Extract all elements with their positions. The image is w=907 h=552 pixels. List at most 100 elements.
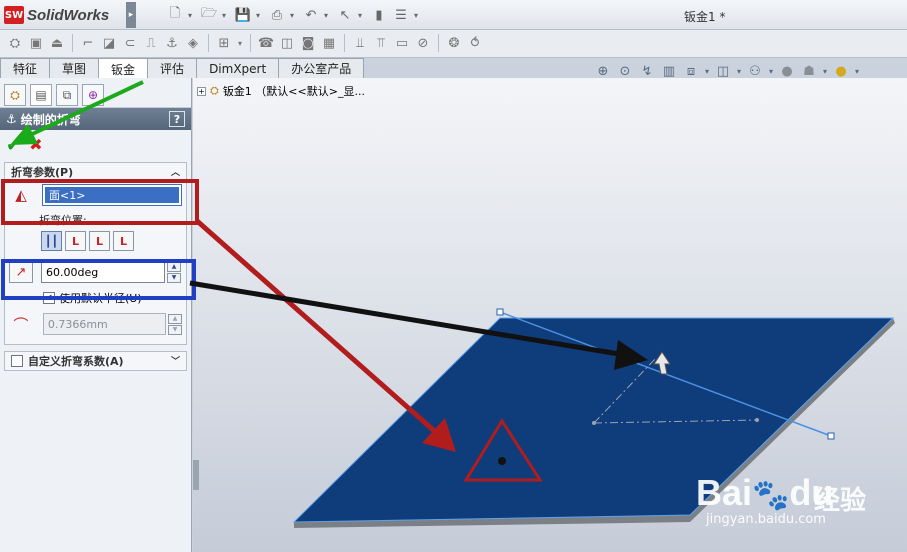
- part-name-label: 钣金1 （默认<<默认>_显...: [222, 85, 365, 98]
- chevron-down-icon[interactable]: ▾: [324, 11, 332, 20]
- vent-icon[interactable]: ▦: [320, 34, 338, 52]
- print-icon[interactable]: ⎙: [268, 6, 286, 24]
- extruded-cut-icon[interactable]: ◫: [278, 34, 296, 52]
- rebuild-icon[interactable]: ▮: [370, 6, 388, 24]
- toolbar-separator: [72, 34, 73, 52]
- material-outside-icon[interactable]: L: [89, 231, 110, 251]
- spin-down-icon[interactable]: ▼: [167, 272, 181, 283]
- chevron-down-icon[interactable]: ▾: [222, 11, 230, 20]
- miter-flange-icon[interactable]: ◪: [100, 34, 118, 52]
- save-icon[interactable]: 💾: [234, 6, 252, 24]
- ok-button[interactable]: ✔: [6, 135, 21, 156]
- tab-sketch[interactable]: 草图: [49, 58, 100, 78]
- open-folder-icon[interactable]: 🗁: [200, 6, 218, 24]
- base-flange-icon[interactable]: ⛭: [6, 34, 24, 52]
- app-name: SolidWorks: [27, 6, 110, 24]
- feature-manager-tab-icon[interactable]: ⛭: [4, 84, 26, 106]
- undo-icon[interactable]: ↶: [302, 6, 320, 24]
- part-icon: ⛭: [210, 84, 219, 97]
- ok-cancel-row: ✔ ✖: [0, 130, 191, 158]
- chevron-down-icon[interactable]: ▾: [236, 34, 244, 52]
- reverse-direction-icon[interactable]: ↗: [9, 261, 33, 283]
- toolbar-separator: [344, 34, 345, 52]
- panel-tabs: ⛭ ▤ ⧉ ⊕: [0, 78, 191, 108]
- use-default-radius-checkbox[interactable]: ✔: [43, 292, 55, 304]
- chevron-down-icon[interactable]: ▾: [290, 11, 298, 20]
- feature-title: 绘制的折弯: [20, 112, 81, 127]
- chevron-down-icon[interactable]: ▾: [414, 11, 422, 20]
- forming-tool-icon[interactable]: ☎: [257, 34, 275, 52]
- tab-features[interactable]: 特征: [0, 58, 51, 78]
- collapse-chevron-icon[interactable]: ︿: [171, 165, 180, 178]
- dimxpert-manager-tab-icon[interactable]: ⊕: [82, 84, 104, 106]
- baidu-watermark: Bai🐾du 经验 jingyan.baidu.com: [696, 458, 886, 534]
- property-manager-tab-icon[interactable]: ▤: [30, 84, 52, 106]
- watermark-brand: Bai🐾du: [696, 472, 834, 513]
- command-manager-tabs: 特征 草图 钣金 评估 DimXpert 办公室产品: [0, 58, 365, 79]
- options-icon[interactable]: ☰: [392, 6, 410, 24]
- bend-outside-icon[interactable]: L: [113, 231, 134, 251]
- bend-centerline-icon[interactable]: ┃┃: [41, 231, 62, 251]
- angle-spinner[interactable]: ▲ ▼: [167, 261, 181, 283]
- chevron-down-icon[interactable]: ▾: [256, 11, 264, 20]
- chevron-down-icon[interactable]: ▾: [358, 11, 366, 20]
- sw-logo-icon: SW: [4, 6, 24, 24]
- new-document-icon[interactable]: 🗋: [166, 6, 184, 24]
- insert-bends-icon[interactable]: ⥀: [466, 34, 484, 52]
- solidworks-logo: SW SolidWorks: [4, 5, 109, 25]
- tab-office-products[interactable]: 办公室产品: [278, 58, 365, 78]
- fixed-face-selection-box[interactable]: 面<1>: [42, 184, 182, 206]
- property-manager-panel: ⛭ ▤ ⧉ ⊕ ⚓ 绘制的折弯 ? ✔ ✖ 折弯参数(P) ︿ ◭ 面<1> 折…: [0, 78, 192, 552]
- sketched-bend-icon[interactable]: ⚓: [163, 34, 181, 52]
- bend-parameters-group: 折弯参数(P) ︿ ◭ 面<1> 折弯位置: ┃┃ L L L ↗ 60.00d…: [4, 162, 187, 345]
- help-button[interactable]: ?: [169, 111, 185, 127]
- tab-dimxpert[interactable]: DimXpert: [196, 58, 280, 78]
- use-default-radius-label: 使用默认半径(U): [59, 292, 142, 305]
- watermark-url: jingyan.baidu.com: [706, 512, 826, 527]
- spin-down-icon[interactable]: ▼: [168, 324, 182, 335]
- edge-flange-icon[interactable]: ⌐: [79, 34, 97, 52]
- tab-sheet-metal[interactable]: 钣金: [98, 58, 149, 79]
- corners-icon[interactable]: ⊞: [215, 34, 233, 52]
- command-toolbar: ⛭ ▣ ⏏ ⌐ ◪ ⊂ ⎍ ⚓ ◈ ⊞ ▾ ☎ ◫ ◙ ▦ ⫫ ⫪ ▭ ⊘ ❂ …: [0, 30, 907, 58]
- rip-icon[interactable]: ❂: [445, 34, 463, 52]
- material-inside-icon[interactable]: L: [65, 231, 86, 251]
- cross-break-icon[interactable]: ◈: [184, 34, 202, 52]
- jog-icon[interactable]: ⎍: [142, 34, 160, 52]
- select-cursor-icon[interactable]: ↖: [336, 6, 354, 24]
- spin-up-icon[interactable]: ▲: [167, 261, 181, 272]
- face-select-icon: ◭: [15, 186, 27, 204]
- simple-hole-icon[interactable]: ◙: [299, 34, 317, 52]
- chevron-down-icon[interactable]: ▾: [188, 11, 196, 20]
- custom-bend-allowance-checkbox[interactable]: [11, 355, 23, 367]
- configuration-manager-tab-icon[interactable]: ⧉: [56, 84, 78, 106]
- flatten-icon[interactable]: ▭: [393, 34, 411, 52]
- flyout-tree-node[interactable]: + ⛭ 钣金1 （默认<<默认>_显...: [197, 83, 365, 99]
- custom-bend-allowance-title: 自定义折弯系数(A): [28, 355, 124, 368]
- use-default-radius-row: ✔ 使用默认半径(U): [5, 286, 186, 306]
- expand-chevron-icon[interactable]: ﹀: [171, 354, 180, 367]
- bend-position-label: 折弯位置:: [39, 214, 87, 227]
- expand-icon[interactable]: +: [197, 86, 206, 96]
- cancel-button[interactable]: ✖: [29, 135, 42, 154]
- fold-icon[interactable]: ⫪: [372, 34, 390, 52]
- radius-spinner[interactable]: ▲ ▼: [168, 313, 182, 335]
- property-manager-header: ⚓ 绘制的折弯 ?: [0, 108, 191, 130]
- menu-expand-icon[interactable]: ▸: [126, 2, 136, 28]
- bend-parameters-header[interactable]: 折弯参数(P) ︿: [5, 163, 186, 181]
- sketched-bend-icon: ⚓: [6, 112, 17, 126]
- no-bends-icon[interactable]: ⊘: [414, 34, 432, 52]
- convert-to-sheet-metal-icon[interactable]: ▣: [27, 34, 45, 52]
- lofted-bend-icon[interactable]: ⏏: [48, 34, 66, 52]
- toolbar-separator: [250, 34, 251, 52]
- spin-up-icon[interactable]: ▲: [168, 313, 182, 324]
- bend-parameters-title: 折弯参数(P): [11, 166, 74, 179]
- hem-icon[interactable]: ⊂: [121, 34, 139, 52]
- bend-angle-input[interactable]: 60.00deg: [41, 261, 165, 283]
- quick-access-toolbar: 🗋 ▾ 🗁 ▾ 💾 ▾ ⎙ ▾ ↶ ▾ ↖ ▾ ▮ ☰ ▾: [166, 6, 422, 24]
- tab-evaluate[interactable]: 评估: [147, 58, 198, 78]
- unfold-icon[interactable]: ⫫: [351, 34, 369, 52]
- custom-bend-allowance-header[interactable]: 自定义折弯系数(A) ﹀: [5, 352, 186, 370]
- bend-radius-input[interactable]: 0.7366mm: [42, 313, 167, 335]
- panel-resize-handle[interactable]: [193, 460, 199, 490]
